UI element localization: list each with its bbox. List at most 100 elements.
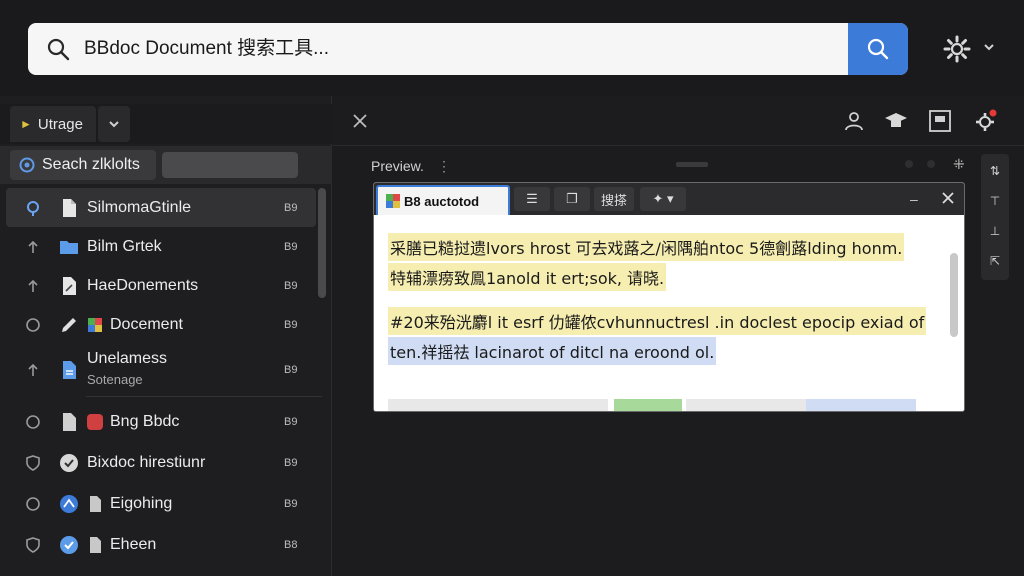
settings-gear-icon[interactable] [942,34,972,64]
document-line: ten.祥摇祛 lacinarot of ditcl na eroond ol. [388,337,717,365]
copy-icon[interactable]: ❐ [554,187,590,211]
file-icon [63,412,76,431]
document-tab[interactable]: B8 auctotod [376,185,510,215]
list-item-size: B8 [284,538,298,551]
list-item[interactable]: Bng Bbdc B9 [6,402,316,441]
sidebar-panel: ► Utrage Seach zlklolts SilmomaGtinle B9… [0,96,332,576]
text-file-icon [63,361,76,379]
list-item-size: B9 [284,364,298,376]
refresh-icon [26,414,40,429]
document-edit-icon [63,276,76,295]
list-item[interactable]: HaeDonements B9 [6,266,316,305]
storage-tab[interactable]: ► Utrage [10,106,96,142]
list-item[interactable]: Eheen B8 [6,525,316,564]
document-scrollbar[interactable] [950,253,958,337]
list-item-label: Bilm Grtek [87,237,162,255]
list-item-label: Unelamess [87,350,168,367]
file-icon [63,198,76,217]
tool-dropdown[interactable]: ✦ ▾ [640,187,686,211]
preview-panel: Preview. ⋮ ⁜ ⇅ ⊤ ⊥ ⇱ B8 auctotod ☰ ❐ 搜搽 … [333,96,1024,576]
arrow-up-icon [28,240,38,253]
list-item[interactable]: Eigohing B9 [6,484,316,523]
list-item-size: B9 [284,456,298,469]
list-item-size: B9 [284,201,298,214]
pin-icon[interactable]: ⇅ [988,164,1002,178]
list-item[interactable]: Unelamess Sotenage B9 [6,344,316,396]
drag-handle[interactable] [676,162,708,167]
list-item[interactable]: Docement B9 [6,305,316,344]
list-item-size: B9 [284,415,298,428]
document-line: 采膳已糙挝遗lvors hrost 可去戏蕗之/闲隅舶ntoc 5德劊蕗ldin… [388,233,905,261]
expand-icon[interactable]: ⇱ [988,254,1002,268]
blue-star-icon [60,494,78,513]
thumbs-icon[interactable]: ⊥ [988,224,1002,238]
list-item-size: B9 [284,279,298,292]
list-item-size: B9 [284,318,298,331]
document-line: 特辅漂痨致鳯1anold it ert;sok, 请晓. [388,263,667,291]
image-frame-icon[interactable] [927,108,953,134]
shield-icon [26,454,40,471]
list-item-sublabel: Sotenage [87,372,143,387]
list-item[interactable]: SilmomaGtinle B9 [6,188,316,227]
storage-dropdown[interactable] [98,106,130,142]
folder-icon [60,240,78,254]
more-icon[interactable]: ⋮ [437,158,451,175]
list-item-label: Bng Bbdc [110,412,180,430]
shield-icon [26,536,40,553]
sidebar-filter-input[interactable] [162,152,298,178]
minimize-icon[interactable]: ‒ [910,191,924,207]
list-divider [86,396,322,397]
list-item-size: B9 [284,240,298,253]
user-icon[interactable] [841,108,867,134]
list-item-label: Eigohing [110,494,173,512]
arrow-up-icon [28,363,38,376]
pointer-icon[interactable]: ⊤ [988,194,1002,208]
search-icon [47,38,70,61]
close-icon[interactable] [940,190,956,206]
preview-label: Preview. [371,158,424,174]
colorful-app-icon [386,194,400,208]
list-item[interactable]: Bilm Grtek B9 [6,227,316,266]
list-item-label: Bixdoc hirestiunr [87,453,206,471]
document-tab-title: B8 auctotod [404,193,480,209]
chevron-down-icon[interactable] [982,40,996,54]
sidebar-search-row: Seach zlklolts [0,146,332,184]
graduation-cap-icon[interactable] [883,108,909,134]
sidebar-scrollbar[interactable] [318,188,326,298]
preview-header [333,96,1024,146]
location-icon [27,200,39,216]
pencil-icon [62,317,76,332]
check-blue-icon [60,535,78,554]
status-dot [927,160,935,168]
document-preview-window: B8 auctotod ☰ ❐ 搜搽 ✦ ▾ ‒ 采膳已糙挝遗lvors hro… [373,182,965,412]
refresh-icon [26,317,40,332]
document-body: 采膳已糙挝遗lvors hrost 可去戏蕗之/闲隅舶ntoc 5德劊蕗ldin… [374,215,964,411]
toolbar-text-button[interactable]: 搜搽 [594,187,634,211]
grid-icon[interactable]: ⁜ [953,156,965,173]
top-bar: BBdoc Document 搜索工具... [0,0,1024,96]
toolbar-text: 搜搽 [600,192,627,208]
document-toolbar: B8 auctotod ☰ ❐ 搜搽 ✦ ▾ ‒ [374,183,964,215]
document-icon [90,536,101,553]
refresh-icon [26,496,40,511]
status-dot [905,160,913,168]
red-badge-icon [87,413,103,430]
faded-line [388,399,608,411]
list-item-size: B9 [284,497,298,510]
search-box[interactable]: BBdoc Document 搜索工具... [28,23,908,75]
close-icon[interactable] [351,112,369,130]
flag-icon: ► [20,117,32,131]
list-item-label: Eheen [110,535,157,553]
settings-notification-icon[interactable] [973,108,999,134]
sidebar-search-label: Seach zlklolts [42,156,140,173]
search-input[interactable]: BBdoc Document 搜索工具... [84,23,329,75]
search-button[interactable] [848,23,908,75]
arrow-up-icon [28,279,38,292]
list-item[interactable]: Bixdoc hirestiunr B9 [6,443,316,482]
storage-tab-label: Utrage [37,115,83,133]
list-item-label: SilmomaGtinle [87,198,192,216]
align-icon[interactable]: ☰ [514,187,550,211]
app-window: BBdoc Document 搜索工具... ► Utrage Seach zl… [0,0,1024,576]
sidebar-search-button[interactable]: Seach zlklolts [10,150,156,180]
file-list: SilmomaGtinle B9 Bilm Grtek B9 HaeDoneme… [6,188,322,564]
